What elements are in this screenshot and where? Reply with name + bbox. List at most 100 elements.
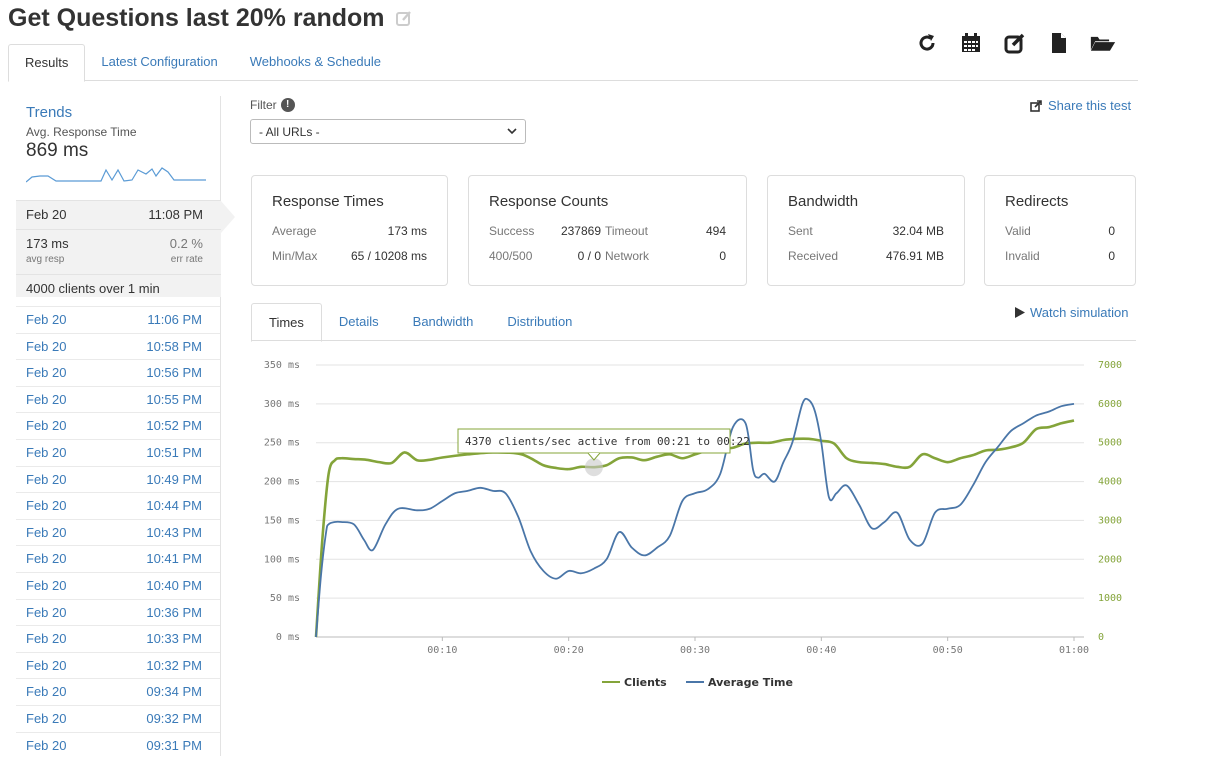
history-list: Feb 20 11:06 PM Feb 20 10:58 PM Feb 20 10:56 … bbox=[16, 306, 220, 758]
history-time: 10:51 PM bbox=[146, 444, 202, 460]
y-right-tick-label: 0 bbox=[1098, 632, 1104, 643]
history-time: 10:40 PM bbox=[146, 577, 202, 593]
y-left-tick-label: 100 ms bbox=[264, 554, 300, 565]
invalid-label: Invalid bbox=[1005, 249, 1040, 263]
y-right-tick-label: 7000 bbox=[1098, 360, 1122, 371]
history-time: 09:34 PM bbox=[146, 684, 202, 700]
info-icon[interactable]: ! bbox=[280, 98, 295, 112]
x-tick-label: 01:00 bbox=[1059, 645, 1089, 656]
history-item[interactable]: Feb 20 10:52 PM bbox=[16, 412, 220, 439]
trends-title[interactable]: Trends bbox=[26, 104, 210, 121]
history-item[interactable]: Feb 20 10:44 PM bbox=[16, 492, 220, 519]
history-item[interactable]: Feb 20 10:51 PM bbox=[16, 438, 220, 466]
minmax-value: 65 / 10208 ms bbox=[350, 249, 427, 263]
filter-label-text: Filter bbox=[250, 98, 277, 112]
history-time: 11:06 PM bbox=[147, 312, 202, 327]
sidebar: Trends Avg. Response Time 869 ms Feb 20 … bbox=[16, 96, 235, 758]
tab-bandwidth[interactable]: Bandwidth bbox=[396, 303, 491, 340]
y-left-tick-label: 250 ms bbox=[264, 438, 300, 449]
y-left-tick-label: 0 ms bbox=[276, 632, 300, 643]
history-item[interactable]: Feb 20 10:49 PM bbox=[16, 465, 220, 493]
url-filter-value: - All URLs - bbox=[259, 124, 320, 139]
watch-label: Watch simulation bbox=[1030, 305, 1129, 320]
history-date: Feb 20 bbox=[26, 631, 67, 647]
valid-value: 0 bbox=[1108, 224, 1115, 238]
y-right-tick-label: 5000 bbox=[1098, 438, 1122, 449]
tab-results[interactable]: Results bbox=[8, 44, 86, 82]
history-item[interactable]: Feb 20 10:33 PM bbox=[16, 625, 220, 652]
history-item[interactable]: Feb 20 10:41 PM bbox=[16, 545, 220, 572]
response-times-card: Response Times Average 173 ms Min/Max 65 /… bbox=[251, 175, 448, 286]
response-counts-card: Response Counts Success 237869 Timeout 4… bbox=[468, 175, 747, 286]
tooltip-pointer bbox=[587, 452, 601, 461]
history-item[interactable]: Feb 20 10:36 PM bbox=[16, 598, 220, 626]
page-title: Get Questions last 20% random bbox=[8, 3, 385, 32]
history-item[interactable]: Feb 20 09:31 PM bbox=[16, 731, 220, 759]
play-icon bbox=[1015, 307, 1025, 318]
history-item[interactable]: Feb 20 10:56 PM bbox=[16, 359, 220, 386]
history-date: Feb 20 bbox=[26, 338, 67, 354]
history-time: 10:52 PM bbox=[146, 418, 202, 434]
history-date: Feb 20 bbox=[26, 737, 67, 753]
history-item[interactable]: Feb 20 10:58 PM bbox=[16, 332, 220, 360]
history-time: 10:36 PM bbox=[146, 604, 202, 620]
history-time: 10:56 PM bbox=[146, 365, 202, 381]
redirects-title: Redirects bbox=[1005, 193, 1069, 210]
clients-duration: 1 min bbox=[127, 281, 160, 296]
received-label: Received bbox=[788, 249, 839, 263]
sent-value: 32.04 MB bbox=[892, 224, 944, 238]
x-tick-label: 00:40 bbox=[806, 645, 836, 656]
history-item[interactable]: Feb 20 11:06 PM bbox=[16, 306, 220, 333]
history-time: 10:49 PM bbox=[146, 471, 202, 487]
average-label: Average bbox=[272, 224, 317, 238]
y-right-tick-label: 6000 bbox=[1098, 399, 1122, 410]
history-item[interactable]: Feb 20 09:34 PM bbox=[16, 678, 220, 705]
response-times-title: Response Times bbox=[272, 193, 384, 210]
history-date: Feb 20 bbox=[26, 365, 67, 381]
current-run-clients: 4000 clients over 1 min bbox=[16, 275, 221, 303]
history-item[interactable]: Feb 20 10:43 PM bbox=[16, 518, 220, 546]
current-run-time: 11:08 PM bbox=[148, 207, 203, 222]
history-time: 10:55 PM bbox=[146, 391, 202, 407]
y-left-tick-label: 150 ms bbox=[264, 515, 300, 526]
current-run[interactable]: Feb 20 11:08 PM 173 ms avg resp 0.2 % er… bbox=[16, 200, 235, 297]
y-right-tick-label: 3000 bbox=[1098, 515, 1122, 526]
tab-distribution[interactable]: Distribution bbox=[490, 303, 589, 340]
watch-simulation-link[interactable]: Watch simulation bbox=[1015, 305, 1129, 320]
bandwidth-title: Bandwidth bbox=[788, 193, 859, 210]
response-counts-title: Response Counts bbox=[489, 193, 609, 210]
filter-label: Filter ! bbox=[250, 98, 295, 112]
tab-latest-configuration[interactable]: Latest Configuration bbox=[85, 44, 233, 80]
history-date: Feb 20 bbox=[26, 391, 67, 407]
history-date: Feb 20 bbox=[26, 684, 67, 700]
history-date: Feb 20 bbox=[26, 604, 67, 620]
y-left-tick-label: 200 ms bbox=[264, 477, 300, 488]
current-run-date: Feb 20 bbox=[26, 207, 67, 222]
share-test-link[interactable]: Share this test bbox=[1030, 98, 1131, 113]
history-date: Feb 20 bbox=[26, 524, 67, 540]
sent-label: Sent bbox=[788, 224, 813, 238]
minmax-label: Min/Max bbox=[272, 249, 318, 263]
y-right-tick-label: 2000 bbox=[1098, 554, 1122, 565]
history-item[interactable]: Feb 20 10:55 PM bbox=[16, 385, 220, 413]
history-time: 10:33 PM bbox=[146, 631, 202, 647]
url-filter-select[interactable]: - All URLs - bbox=[250, 119, 526, 144]
history-date: Feb 20 bbox=[26, 498, 67, 514]
err-rate-value: 0.2 % bbox=[169, 236, 203, 251]
history-time: 09:32 PM bbox=[146, 710, 202, 726]
tab-webhooks-schedule[interactable]: Webhooks & Schedule bbox=[234, 44, 397, 80]
history-date: Feb 20 bbox=[26, 577, 67, 593]
legend-average-time-label: Average Time bbox=[708, 676, 793, 689]
history-item[interactable]: Feb 20 10:40 PM bbox=[16, 571, 220, 599]
history-date: Feb 20 bbox=[26, 418, 67, 434]
invalid-value: 0 bbox=[1108, 249, 1115, 263]
x-tick-label: 00:30 bbox=[680, 645, 710, 656]
tab-details[interactable]: Details bbox=[322, 303, 396, 340]
trends-subtitle: Avg. Response Time bbox=[26, 125, 137, 139]
bandwidth-card: Bandwidth Sent 32.04 MB Received 476.91 MB bbox=[767, 175, 965, 286]
history-item[interactable]: Feb 20 09:32 PM bbox=[16, 704, 220, 732]
history-item[interactable]: Feb 20 10:32 PM bbox=[16, 651, 220, 679]
tab-times[interactable]: Times bbox=[251, 303, 322, 342]
x-tick-label: 00:50 bbox=[933, 645, 963, 656]
edit-title-icon[interactable] bbox=[395, 9, 413, 27]
